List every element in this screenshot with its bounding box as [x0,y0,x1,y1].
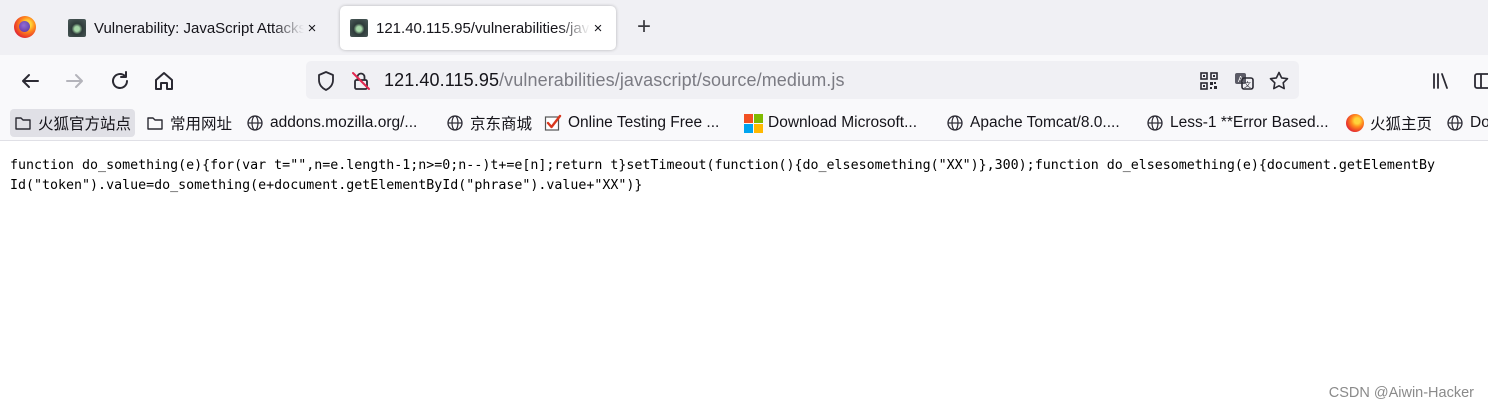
bookmark-microsoft[interactable]: Download Microsoft... [740,109,921,137]
microsoft-icon [744,114,763,133]
svg-text:A: A [1238,75,1244,84]
tab-close-icon[interactable]: × [304,20,320,37]
translate-icon[interactable]: A 文 [1233,70,1255,92]
tab-vulnerability[interactable]: Vulnerability: JavaScript Attacks × [58,6,330,50]
firefox-icon [1346,114,1364,132]
tab-title: Vulnerability: JavaScript Attacks [94,19,304,37]
globe-icon [446,114,464,132]
bookmark-label: Less-1 **Error Based... [1170,114,1329,131]
checkbox-icon [544,114,562,132]
bookmark-tomcat[interactable]: Apache Tomcat/8.0.... [942,109,1124,137]
tab-title: 121.40.115.95/vulnerabilities/javascript… [376,19,590,37]
url-path: /vulnerabilities/javascript/source/mediu… [499,70,845,90]
shield-icon[interactable] [315,70,337,92]
bookmark-label: Download Microsoft... [768,114,918,131]
globe-icon [1446,114,1464,132]
firefox-menu-icon[interactable] [14,16,36,38]
tab-close-icon[interactable]: × [590,20,606,37]
bookmark-do[interactable]: Do [1442,109,1488,137]
svg-text:文: 文 [1244,80,1251,89]
navigation-toolbar: 121.40.115.95/vulnerabilities/javascript… [0,55,1488,107]
globe-icon [946,114,964,132]
library-button[interactable] [1427,67,1455,95]
library-icon [1433,73,1448,89]
arrow-right-icon [66,74,83,88]
bookmark-jd[interactable]: 京东商城 [442,109,536,137]
back-button[interactable] [16,67,44,95]
bookmark-label: 火狐主页 [1370,116,1433,133]
csdn-watermark: CSDN @Aiwin-Hacker [1328,385,1474,401]
dvwa-favicon-icon [68,19,86,37]
tab-strip: Vulnerability: JavaScript Attacks × 121.… [0,0,1488,55]
reload-button[interactable] [106,67,134,95]
globe-icon [246,114,264,132]
folder-icon [14,114,32,132]
new-tab-button[interactable]: + [631,14,657,40]
url-text[interactable]: 121.40.115.95/vulnerabilities/javascript… [384,70,845,91]
bookmark-firefox-home[interactable]: 火狐主页 [1342,109,1436,137]
home-icon [155,72,173,90]
url-host: 121.40.115.95 [384,70,500,90]
bookmark-label: addons.mozilla.org/... [270,114,418,131]
javascript-source: function do_something(e){for(var t="",n=… [10,158,1435,193]
bookmark-label: Apache Tomcat/8.0.... [970,114,1120,131]
address-bar[interactable]: 121.40.115.95/vulnerabilities/javascript… [306,61,1299,99]
sidebar-button[interactable] [1470,67,1488,95]
bookmark-online-testing[interactable]: Online Testing Free ... [540,109,723,137]
folder-icon [146,114,164,132]
arrow-left-icon [22,74,39,88]
bookmark-addons[interactable]: addons.mozilla.org/... [242,109,421,137]
bookmarks-toolbar: 火狐官方站点 常用网址 addons.mozilla.org/... 京东商城 … [0,107,1488,141]
reload-icon [112,71,128,89]
home-button[interactable] [150,67,178,95]
bookmark-folder-firefox-official[interactable]: 火狐官方站点 [10,109,136,137]
bookmark-label: 京东商城 [470,116,533,133]
globe-icon [1146,114,1164,132]
dvwa-favicon-icon [350,19,368,37]
bookmark-label: Online Testing Free ... [568,114,720,131]
bookmark-folder-common-sites[interactable]: 常用网址 [142,109,236,137]
forward-button[interactable] [61,67,89,95]
bookmark-label: Do [1470,114,1488,131]
sidebar-icon [1474,73,1488,89]
bookmark-label: 火狐官方站点 [38,116,132,133]
bookmark-star-icon[interactable] [1268,70,1290,92]
tab-medium-js[interactable]: 121.40.115.95/vulnerabilities/javascript… [340,6,616,50]
bookmark-label: 常用网址 [170,116,233,133]
qr-code-icon[interactable] [1198,70,1220,92]
insecure-lock-icon[interactable] [350,70,372,92]
bookmark-less-1[interactable]: Less-1 **Error Based... [1142,109,1333,137]
